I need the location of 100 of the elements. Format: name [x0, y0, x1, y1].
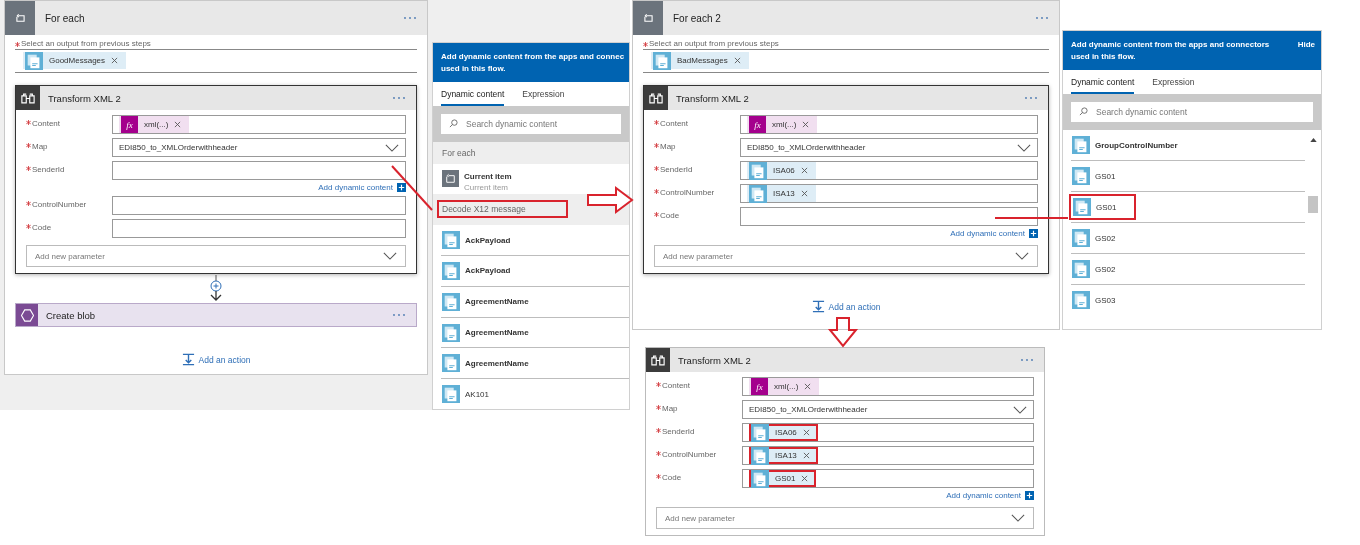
- dynamic-content-item[interactable]: AckPayload: [441, 230, 512, 251]
- input-field[interactable]: ISA06: [742, 423, 1034, 442]
- more-icon[interactable]: [403, 16, 417, 20]
- token[interactable]: ISA13: [747, 185, 816, 202]
- add-action-icon[interactable]: [811, 300, 825, 313]
- remove-icon[interactable]: [802, 429, 810, 436]
- token[interactable]: GS01: [749, 470, 817, 487]
- field-label: ControlNumber: [32, 200, 87, 209]
- input-field[interactable]: [112, 196, 406, 215]
- token[interactable]: GoodMessages: [23, 52, 127, 69]
- token-label: ISA06: [773, 166, 795, 175]
- tab[interactable]: Expression: [1152, 77, 1195, 94]
- field-label: ControlNumber: [662, 450, 717, 459]
- dropdown[interactable]: EDI850_to_XMLOrderwithheader: [740, 138, 1038, 157]
- dynamic-content-item[interactable]: AckPayload: [441, 261, 512, 281]
- dynamic-content-item[interactable]: GS02: [1071, 228, 1117, 248]
- input-field[interactable]: ISA13: [740, 184, 1038, 203]
- document-icon: [442, 354, 460, 373]
- hexagon-icon: [20, 308, 34, 322]
- add-action-link[interactable]: Add an action: [198, 354, 251, 365]
- plus-icon[interactable]: [1025, 491, 1034, 500]
- add-action-link[interactable]: Add an action: [828, 301, 881, 312]
- add-dynamic-content-link[interactable]: Add dynamic content: [950, 229, 1025, 238]
- add-dynamic-content-link[interactable]: Add dynamic content: [946, 491, 1021, 500]
- remove-icon[interactable]: [174, 121, 182, 128]
- plus-icon[interactable]: [1029, 229, 1038, 238]
- field-label: ControlNumber: [660, 188, 715, 197]
- search-field[interactable]: Search dynamic content: [1071, 102, 1313, 122]
- dynamic-content-item[interactable]: GS02: [1071, 259, 1117, 279]
- required-icon: [26, 224, 31, 229]
- token[interactable]: ISA06: [749, 424, 818, 441]
- remove-icon[interactable]: [800, 167, 808, 174]
- input-field[interactable]: [112, 161, 406, 180]
- token[interactable]: fx xml(...): [747, 116, 818, 133]
- input-field[interactable]: fx xml(...): [740, 115, 1038, 134]
- more-icon[interactable]: [1020, 358, 1034, 362]
- remove-icon[interactable]: [800, 190, 808, 197]
- scroll-thumb[interactable]: [1308, 196, 1318, 213]
- more-icon[interactable]: [392, 96, 406, 100]
- loop-title: For each 2: [673, 12, 722, 24]
- remove-icon[interactable]: [733, 57, 741, 64]
- insert-step-icon[interactable]: [208, 275, 224, 301]
- dynamic-content-item[interactable]: Current item Current item: [441, 164, 513, 194]
- input-field[interactable]: ISA13: [742, 446, 1034, 465]
- dynamic-content-item[interactable]: AgreementName: [441, 353, 530, 374]
- token[interactable]: ISA13: [749, 447, 818, 464]
- token[interactable]: BadMessages: [651, 52, 749, 69]
- remove-icon[interactable]: [804, 383, 812, 390]
- search-field[interactable]: Search dynamic content: [441, 114, 621, 134]
- plus-icon[interactable]: [397, 183, 406, 192]
- transform-icon: [651, 354, 665, 366]
- dropdown[interactable]: EDI850_to_XMLOrderwithheader: [742, 400, 1034, 419]
- action-title: Transform XML 2: [676, 92, 750, 104]
- input-field[interactable]: fx xml(...): [742, 377, 1034, 396]
- more-icon[interactable]: [392, 313, 406, 317]
- hide-link[interactable]: Hide: [1297, 39, 1315, 63]
- add-parameter-dropdown[interactable]: Add new parameter: [656, 507, 1034, 529]
- required-icon: [15, 41, 20, 47]
- dynamic-content-item[interactable]: GS03: [1071, 290, 1117, 310]
- scroll-up-icon[interactable]: [1309, 138, 1317, 142]
- remove-icon[interactable]: [801, 475, 809, 482]
- input-field[interactable]: fx xml(...): [112, 115, 406, 134]
- token[interactable]: fx xml(...): [119, 116, 190, 133]
- dynamic-content-item[interactable]: AK101: [441, 384, 491, 405]
- dropdown[interactable]: EDI850_to_XMLOrderwithheader: [112, 138, 406, 157]
- action-card[interactable]: Create blob: [15, 303, 417, 327]
- add-parameter-dropdown[interactable]: Add new parameter: [654, 245, 1038, 267]
- add-action-icon[interactable]: [181, 353, 195, 366]
- document-icon: [1072, 229, 1090, 247]
- item-label: AgreementName: [465, 328, 529, 337]
- input-field[interactable]: [112, 219, 406, 238]
- token-label: BadMessages: [677, 56, 728, 65]
- dynamic-content-item[interactable]: AgreementName: [441, 322, 530, 343]
- required-icon: [656, 382, 661, 387]
- input-field[interactable]: GS01: [742, 469, 1034, 488]
- dynamic-content-item[interactable]: GS01: [1071, 166, 1117, 186]
- add-dynamic-content-link[interactable]: Add dynamic content: [318, 183, 393, 192]
- field-label: Content: [660, 119, 689, 128]
- annotation-arrow: [827, 317, 859, 348]
- input-field[interactable]: [740, 207, 1038, 226]
- field-label: SenderId: [660, 165, 693, 174]
- token[interactable]: ISA06: [747, 162, 816, 179]
- loop-icon: [14, 13, 26, 23]
- required-icon: [26, 166, 31, 171]
- dynamic-content-item[interactable]: GS01: [1071, 196, 1135, 218]
- remove-icon[interactable]: [802, 121, 810, 128]
- tab[interactable]: Expression: [522, 89, 565, 106]
- token-label: GoodMessages: [49, 56, 106, 65]
- add-parameter-dropdown[interactable]: Add new parameter: [26, 245, 406, 267]
- required-icon: [26, 143, 31, 148]
- more-icon[interactable]: [1024, 96, 1038, 100]
- token[interactable]: fx xml(...): [749, 378, 820, 395]
- remove-icon[interactable]: [802, 452, 810, 459]
- input-field[interactable]: ISA06: [740, 161, 1038, 180]
- dynamic-content-item[interactable]: AgreementName: [441, 291, 530, 312]
- more-icon[interactable]: [1035, 16, 1049, 20]
- document-icon: [442, 385, 460, 404]
- dynamic-content-item[interactable]: GroupControlNumber: [1071, 135, 1179, 155]
- required-icon: [656, 451, 661, 456]
- remove-icon[interactable]: [111, 57, 119, 64]
